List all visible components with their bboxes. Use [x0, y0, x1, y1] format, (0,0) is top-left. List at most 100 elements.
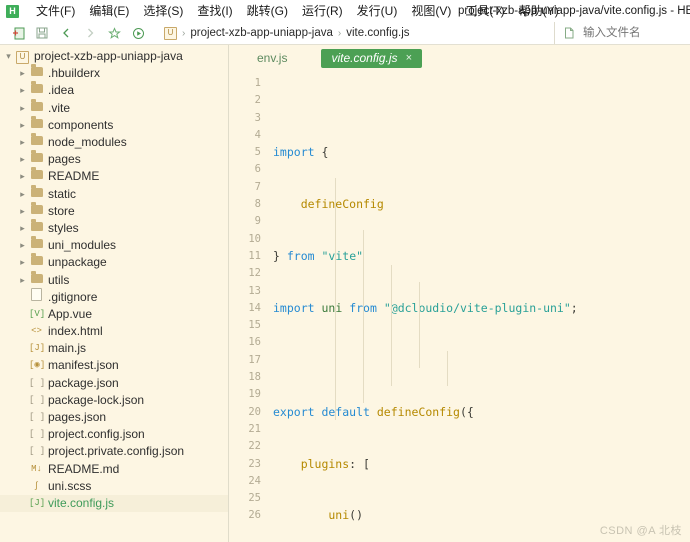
tree-item-label: unpackage [48, 255, 107, 270]
save-icon[interactable] [30, 23, 54, 43]
line-number: 18 [248, 371, 261, 384]
editor-pane: env.js vite.config.js × 1 2 3 4 5 6 7 8 … [229, 45, 690, 542]
project-icon: U [15, 48, 30, 65]
tree-item-vite[interactable]: ▸ .vite [0, 98, 228, 117]
tree-item-label: .gitignore [48, 289, 98, 304]
tree-item-gitignore[interactable]: .gitignore [0, 287, 228, 306]
menu-goto[interactable]: 跳转(G) [240, 0, 295, 22]
tree-item-project-private-config-json[interactable]: [ ] project.private.config.json [0, 443, 228, 460]
chevron-right-icon[interactable]: ▸ [16, 240, 29, 251]
tree-item-app-vue[interactable]: [V] App.vue [0, 306, 228, 323]
code-line-4: import uni from "@dcloudio/vite-plugin-u… [273, 300, 578, 315]
chevron-right-icon[interactable]: ▸ [16, 85, 29, 96]
line-number: 17 [248, 353, 261, 366]
chevron-right-icon[interactable]: ▸ [16, 137, 29, 148]
chevron-right-icon[interactable]: ▸ [16, 120, 29, 131]
line-number: 23 [248, 457, 261, 470]
tree-item-pages[interactable]: ▸ pages [0, 150, 228, 168]
folder-icon [29, 253, 44, 271]
tab-env-js[interactable]: env.js [247, 49, 297, 68]
chevron-right-icon[interactable]: ▸ [16, 257, 29, 268]
tree-item-label: uni_modules [48, 238, 117, 253]
js-file-icon: [J] [29, 343, 46, 354]
menu-edit[interactable]: 编辑(E) [82, 0, 136, 22]
chevron-right-icon[interactable]: ▸ [16, 223, 29, 234]
code-line-2: defineConfig [273, 197, 384, 212]
tree-item-index-html[interactable]: <> index.html [0, 323, 228, 340]
folder-icon [29, 167, 44, 185]
tree-item-label: styles [48, 220, 79, 235]
tree-item-manifest-json[interactable]: [◉] manifest.json [0, 357, 228, 374]
line-number: 8 [254, 198, 261, 211]
tree-item-hbuilderx[interactable]: ▸ .hbuilderx [0, 64, 228, 82]
tree-item-package-json[interactable]: [ ] package.json [0, 375, 228, 392]
line-number: 24 [248, 474, 261, 487]
back-icon[interactable] [54, 23, 78, 43]
menu-publish[interactable]: 发行(U) [350, 0, 405, 22]
tree-item-label: pages.json [48, 410, 107, 425]
menu-select[interactable]: 选择(S) [136, 0, 190, 22]
close-icon[interactable]: × [406, 52, 412, 64]
tree-root-project[interactable]: ▾ U project-xzb-app-uniapp-java [0, 48, 228, 65]
tree-item-node-modules[interactable]: ▸ node_modules [0, 133, 228, 151]
tree-item-pages-json[interactable]: [ ] pages.json [0, 409, 228, 426]
tree-item-readme-md[interactable]: M↓ README.md [0, 461, 228, 478]
tree-item-store[interactable]: ▸ store [0, 201, 228, 220]
line-number: 16 [248, 336, 261, 349]
line-number: 7 [254, 180, 261, 193]
tree-item-uni-scss[interactable]: ∫ uni.scss [0, 478, 228, 495]
tree-item-unpackage[interactable]: ▸ unpackage [0, 253, 228, 271]
line-number: 21 [248, 422, 261, 435]
new-file-icon[interactable] [6, 23, 30, 43]
menu-run[interactable]: 运行(R) [295, 0, 350, 22]
tab-label: vite.config.js [331, 51, 398, 65]
forward-icon[interactable] [78, 23, 102, 43]
filename-search-box[interactable] [554, 22, 690, 44]
chevron-right-icon[interactable]: ▸ [16, 275, 29, 286]
tree-item-label: project.private.config.json [48, 444, 185, 459]
filename-input[interactable] [581, 26, 680, 40]
tree-item-label: .vite [48, 100, 71, 115]
menu-view[interactable]: 视图(V) [404, 0, 458, 22]
code-area[interactable]: 1 2 3 4 5 6 7 8 9 10 11 12 13 14 15 16 1… [229, 71, 690, 542]
project-explorer[interactable]: ▾ U project-xzb-app-uniapp-java ▸ .hbuil… [0, 45, 229, 542]
tree-item-vite-config-js[interactable]: [J] vite.config.js [0, 494, 228, 513]
chevron-right-icon[interactable]: ▸ [16, 154, 29, 165]
folder-icon [29, 115, 44, 134]
tree-item-package-lock-json[interactable]: [ ] package-lock.json [0, 392, 228, 409]
chevron-down-icon[interactable]: ▾ [2, 51, 15, 62]
tree-item-label: App.vue [48, 306, 93, 321]
tab-vite-config-js[interactable]: vite.config.js × [321, 48, 422, 68]
code-text[interactable]: import { defineConfig } from "vite" impo… [263, 71, 690, 542]
tree-item-styles[interactable]: ▸ styles [0, 218, 228, 237]
folder-icon [29, 64, 44, 82]
tree-item-components[interactable]: ▸ components [0, 115, 228, 134]
main-area: ▾ U project-xzb-app-uniapp-java ▸ .hbuil… [0, 45, 690, 542]
tree-item-utils[interactable]: ▸ utils [0, 270, 228, 288]
folder-icon [29, 184, 44, 203]
line-number: 22 [248, 440, 261, 453]
menu-file[interactable]: 文件(F) [29, 0, 82, 22]
tree-item-uni-modules[interactable]: ▸ uni_modules [0, 236, 228, 254]
chevron-right-icon[interactable]: ▸ [16, 206, 29, 217]
chevron-right-icon[interactable]: ▸ [16, 103, 29, 114]
tree-item-static[interactable]: ▸ static [0, 184, 228, 203]
chevron-right-icon[interactable]: ▸ [16, 189, 29, 200]
tree-item-readme-folder[interactable]: ▸ README [0, 167, 228, 185]
favorite-star-icon[interactable] [102, 23, 126, 43]
menu-find[interactable]: 查找(I) [190, 0, 239, 22]
line-number: 26 [248, 509, 261, 522]
breadcrumb-file[interactable]: vite.config.js [346, 27, 409, 39]
menu-bar: H 文件(F) 编辑(E) 选择(S) 查找(I) 跳转(G) 运行(R) 发行… [0, 0, 690, 22]
tree-item-project-config-json[interactable]: [ ] project.config.json [0, 426, 228, 443]
tree-item-label: index.html [48, 324, 103, 339]
run-icon[interactable] [126, 23, 150, 43]
chevron-right-icon[interactable]: ▸ [16, 171, 29, 182]
tree-item-idea[interactable]: ▸ .idea [0, 81, 228, 99]
folder-icon [29, 201, 44, 220]
tree-item-label: manifest.json [48, 358, 119, 373]
tree-item-label: README.md [48, 461, 120, 476]
breadcrumb-project[interactable]: project-xzb-app-uniapp-java [190, 27, 333, 39]
chevron-right-icon[interactable]: ▸ [16, 68, 29, 79]
tree-item-main-js[interactable]: [J] main.js [0, 340, 228, 357]
